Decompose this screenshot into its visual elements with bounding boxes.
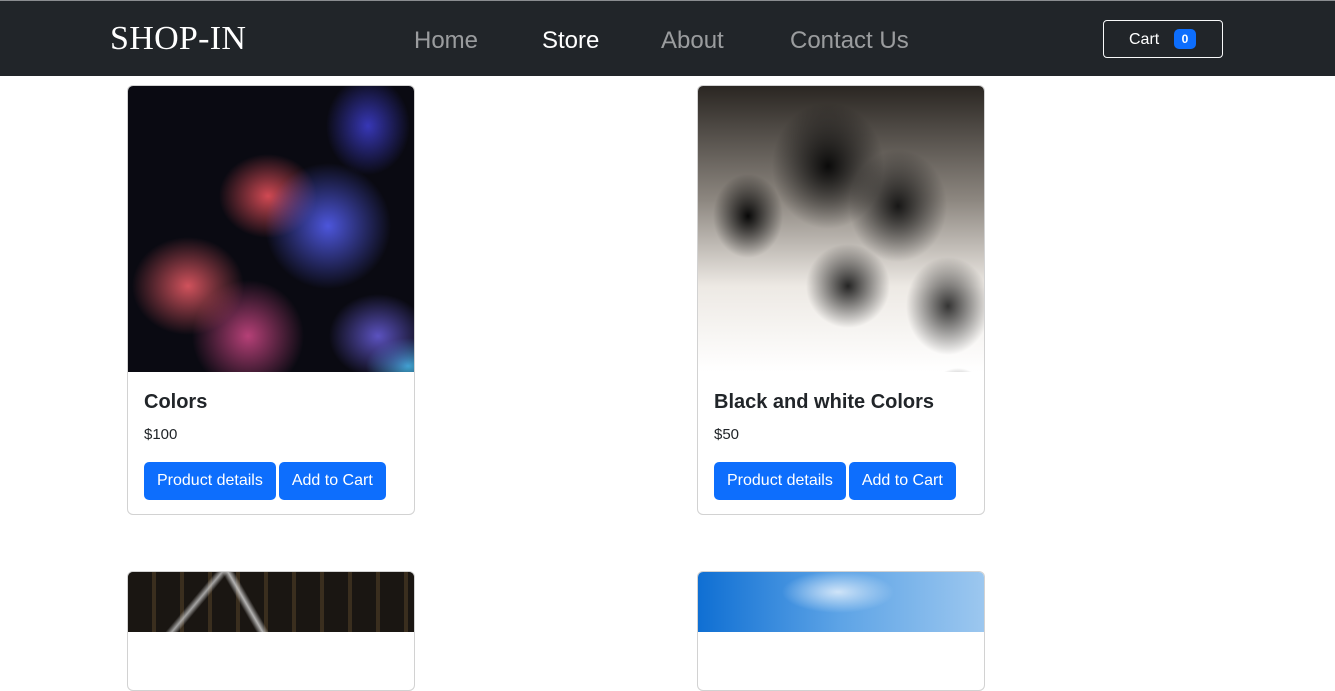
brand-logo[interactable]: SHOP-IN <box>110 19 246 59</box>
product-image[interactable] <box>128 86 414 372</box>
add-to-cart-button[interactable]: Add to Cart <box>278 462 386 500</box>
product-image[interactable] <box>698 86 984 372</box>
product-image[interactable] <box>128 572 414 632</box>
nav-link-contact-us[interactable]: Contact Us <box>790 25 909 57</box>
product-card: Colors $100 Product details Add to Cart <box>127 85 415 515</box>
nav-link-store[interactable]: Store <box>542 25 599 57</box>
product-price: $100 <box>144 426 178 443</box>
product-card <box>697 571 985 691</box>
nav-link-about[interactable]: About <box>661 25 724 57</box>
top-navbar: SHOP-IN Home Store About Contact Us Cart… <box>0 0 1335 76</box>
product-actions: Product details Add to Cart <box>714 462 968 500</box>
nav-link-home[interactable]: Home <box>414 25 478 57</box>
cart-button[interactable]: Cart 0 <box>1103 20 1223 58</box>
product-card-body: Colors $100 Product details Add to Cart <box>128 372 414 500</box>
product-card: Black and white Colors $50 Product detai… <box>697 85 985 515</box>
cart-count-badge: 0 <box>1174 29 1196 49</box>
add-to-cart-button[interactable]: Add to Cart <box>848 462 956 500</box>
product-card <box>127 571 415 691</box>
product-price: $50 <box>714 426 740 443</box>
cart-label: Cart <box>1129 31 1160 48</box>
product-details-button[interactable]: Product details <box>714 462 846 500</box>
product-details-button[interactable]: Product details <box>144 462 276 500</box>
product-actions: Product details Add to Cart <box>144 462 398 500</box>
product-image[interactable] <box>698 572 984 632</box>
product-title: Colors <box>144 391 208 413</box>
product-card-body: Black and white Colors $50 Product detai… <box>698 372 984 500</box>
product-title: Black and white Colors <box>714 391 935 413</box>
